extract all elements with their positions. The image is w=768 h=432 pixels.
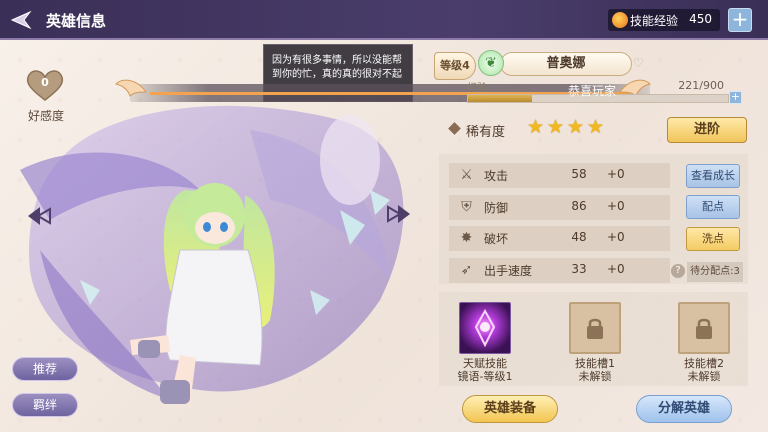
skill-exp-label: 技能经验 — [630, 14, 679, 28]
skill-label-line2: 未解锁 — [578, 370, 612, 383]
help-icon[interactable]: ? — [671, 264, 685, 278]
skill-label: 天赋技能 镜语-等级1 — [440, 357, 530, 383]
stat-name: 破坏 — [484, 232, 509, 246]
skill-exp-value: 450 — [689, 12, 712, 26]
top-bar: 英雄信息 技能经验 450 + — [0, 0, 768, 40]
talent-skill-icon[interactable] — [459, 302, 511, 354]
skill-label-line1: 技能槽2 — [684, 357, 724, 370]
stat-row-speed: ➶ 出手速度 33 +0 — [449, 258, 670, 283]
pending-points: 待分配点:3 — [687, 262, 743, 282]
star-icon: ★ — [567, 116, 585, 138]
skill-label-line2: 未解锁 — [687, 370, 721, 383]
shield-icon: ⛨ — [461, 199, 472, 215]
rarity-label: 稀有度 — [466, 125, 506, 140]
rarity-stars: ★ ★ ★ ★ — [527, 118, 607, 137]
hero-equipment-button[interactable]: 英雄装备 — [462, 395, 558, 423]
stat-value: 58 — [571, 167, 587, 181]
stat-name: 攻击 — [484, 169, 509, 183]
advance-button[interactable]: 进阶 — [667, 117, 747, 143]
lock-icon — [587, 318, 603, 339]
skill-slot-1[interactable] — [569, 302, 621, 354]
flame-orb-icon — [612, 12, 628, 28]
small-heart-icon: ♡ — [633, 56, 644, 70]
stat-bonus: +0 — [607, 262, 625, 276]
stat-value: 33 — [571, 262, 587, 276]
bond-button[interactable]: 羁绊 — [12, 393, 78, 417]
speech-text: 因为有很多事情，所以没能帮到你的忙，真的真的很对不起 — [272, 55, 402, 80]
exp-label: 经验 — [467, 83, 487, 94]
reset-points-button[interactable]: 洗点 — [686, 227, 740, 251]
back-arrow-icon[interactable] — [10, 10, 32, 30]
stat-value: 48 — [571, 230, 587, 244]
left-wing-icon — [115, 79, 147, 97]
next-hero-arrow-icon[interactable] — [382, 203, 412, 225]
mirror-gem-icon — [474, 308, 496, 348]
stat-row-destruction: ✸ 破坏 48 +0 — [449, 226, 670, 251]
skill-label-line1: 技能槽1 — [575, 357, 615, 370]
leaf-icon: ❦ — [478, 50, 504, 76]
recommend-button[interactable]: 推荐 — [12, 357, 78, 381]
allocate-points-button[interactable]: 配点 — [686, 195, 740, 219]
stat-row-attack: ⚔ 攻击 58 +0 — [449, 163, 670, 188]
decompose-hero-button[interactable]: 分解英雄 — [636, 395, 732, 423]
skill-label: 技能槽2 未解锁 — [659, 357, 749, 383]
stat-name: 出手速度 — [484, 264, 533, 278]
crossed-swords-icon: ⚔ — [460, 167, 473, 183]
star-icon: ★ — [547, 116, 565, 138]
stat-row-defense: ⛨ 防御 86 +0 — [449, 195, 670, 220]
skill-label: 技能槽1 未解锁 — [550, 357, 640, 383]
hero-level-badge: 等级4 — [434, 52, 476, 80]
stat-bonus: +0 — [607, 230, 625, 244]
exp-value: 221/900 — [678, 79, 724, 92]
exp-banner-text: 恭喜玩家 — [568, 84, 617, 98]
lock-icon — [696, 318, 712, 339]
previous-hero-arrow-icon[interactable] — [26, 205, 56, 227]
skill-exp-display: 技能经验 450 — [608, 9, 720, 31]
star-icon: ★ — [587, 116, 605, 138]
stat-bonus: +0 — [607, 167, 625, 181]
hero-character-art — [20, 105, 404, 405]
stat-value: 86 — [571, 199, 587, 213]
exp-progress-fill — [468, 95, 532, 102]
hero-name: 普奥娜 — [500, 52, 632, 76]
skill-label-line1: 天赋技能 — [463, 357, 507, 370]
add-skill-exp-button[interactable]: + — [728, 8, 752, 32]
stat-bonus: +0 — [607, 199, 625, 213]
burst-icon: ✸ — [460, 230, 473, 246]
view-growth-button[interactable]: 查看成长 — [686, 164, 740, 188]
page-title: 英雄信息 — [46, 12, 107, 30]
favor-value: 0 — [41, 76, 49, 89]
speed-icon: ➶ — [460, 262, 473, 278]
skill-label-line2: 镜语-等级1 — [457, 370, 513, 383]
skill-slot-2[interactable] — [678, 302, 730, 354]
star-icon: ★ — [527, 116, 545, 138]
add-exp-button[interactable]: + — [729, 91, 742, 104]
stat-name: 防御 — [484, 201, 509, 215]
